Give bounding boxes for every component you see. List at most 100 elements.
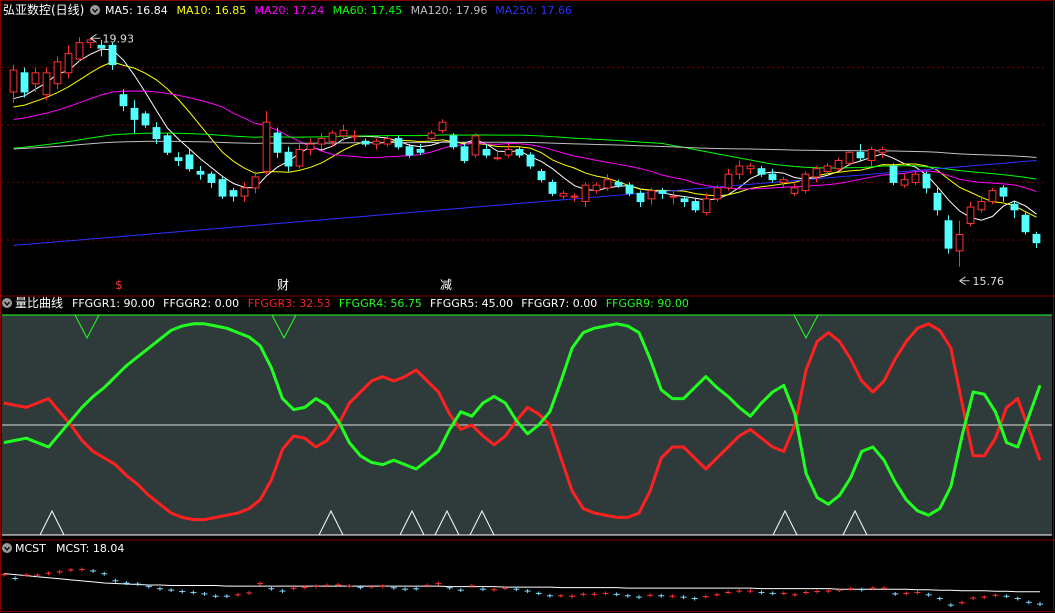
- candle: [207, 171, 216, 188]
- candle: [251, 171, 260, 194]
- chevron-circle: [2, 543, 12, 553]
- candle: [427, 130, 436, 142]
- candle: [504, 144, 513, 158]
- candle-body-down: [207, 173, 216, 183]
- candle: [141, 111, 150, 128]
- candle-body-up: [9, 69, 18, 93]
- candle: [218, 176, 227, 199]
- candle: [592, 182, 601, 194]
- candle-body-down: [141, 113, 150, 126]
- candle: [878, 146, 887, 158]
- candle-body-down: [757, 168, 766, 175]
- indicator-legend-5: FFGGR5: 45.00: [430, 297, 513, 310]
- ma-legend-5: MA120: 17.96: [411, 4, 488, 17]
- candle-body-up: [867, 149, 876, 161]
- candle-body-down: [768, 173, 777, 181]
- candle-body-down: [625, 184, 634, 194]
- candle: [20, 67, 29, 98]
- candle-body-down: [482, 149, 491, 156]
- candle: [658, 187, 667, 199]
- candle-body-down: [526, 154, 535, 167]
- candle-body-up: [427, 132, 436, 140]
- candle-body-up: [42, 72, 51, 96]
- candle-body-down: [20, 72, 29, 93]
- candle-body-down: [405, 146, 414, 156]
- candle: [350, 130, 359, 142]
- candle-body-up: [669, 195, 678, 198]
- candle: [42, 67, 51, 101]
- candle-body-up: [702, 198, 711, 214]
- candle: [119, 89, 128, 112]
- chevron-circle: [2, 298, 12, 308]
- candle-body-up: [900, 179, 909, 186]
- candle: [867, 146, 876, 166]
- candle: [955, 220, 964, 267]
- candle: [229, 187, 238, 202]
- candle: [515, 146, 524, 158]
- candle: [922, 171, 931, 194]
- candle: [163, 133, 172, 155]
- event-marker-1: $: [115, 278, 123, 292]
- candle-body-up: [779, 179, 788, 183]
- candle-body-down: [515, 149, 524, 156]
- candle-body-up: [504, 149, 513, 156]
- candle: [306, 138, 315, 155]
- stock-chart: 19.93 15.76 $ 财 减 弘亚数控(日线) MA5: 16.84 MA10: 16.…: [0, 0, 1055, 612]
- candle: [680, 196, 689, 208]
- candle-body-down: [614, 181, 623, 186]
- candle-body-up: [339, 129, 348, 137]
- candle-body-down: [163, 135, 172, 153]
- ma-legend-4: MA60: 17.45: [333, 4, 403, 17]
- candle: [581, 182, 590, 208]
- candle: [790, 182, 799, 197]
- candle: [691, 198, 700, 213]
- candle-body-down: [174, 157, 183, 161]
- candle: [372, 138, 381, 150]
- candle: [636, 190, 645, 208]
- candle: [966, 201, 975, 227]
- candle-body-down: [196, 170, 205, 175]
- candle-body-down: [97, 44, 106, 49]
- candle-body-down: [394, 138, 403, 148]
- candle: [185, 149, 194, 172]
- candle-body-down: [108, 44, 117, 66]
- candle: [559, 190, 568, 199]
- indicator-legend-2: FFGGR2: 0.00: [163, 297, 239, 310]
- candle-body-down: [229, 190, 238, 197]
- candle: [603, 174, 612, 191]
- candle: [801, 171, 810, 194]
- mcst-value: MCST: 18.04: [56, 542, 124, 555]
- candle: [845, 149, 854, 166]
- candle-body-up: [878, 149, 887, 153]
- candle-body-up: [317, 138, 326, 145]
- candle-body-up: [240, 187, 249, 197]
- ma5-line: [13, 48, 1037, 221]
- candle-body-up: [988, 190, 997, 203]
- indicator-legend-6: FFGGR7: 0.00: [521, 297, 597, 310]
- candle-body-down: [537, 170, 546, 181]
- candle-body-up: [724, 173, 733, 189]
- candle-body-up: [251, 176, 260, 189]
- candle-body-up: [372, 140, 381, 145]
- low-arrow: [959, 276, 970, 286]
- candle-body-down: [889, 165, 898, 183]
- candle: [570, 193, 579, 202]
- ma250-line: [13, 159, 1037, 246]
- candle-body-up: [262, 121, 271, 172]
- candle-body-up: [713, 187, 722, 200]
- candle: [548, 179, 557, 197]
- candle: [724, 168, 733, 191]
- event-marker-3: 减: [440, 278, 452, 292]
- candle-body-down: [449, 135, 458, 148]
- candle-body-down: [361, 140, 370, 145]
- ma-legend-1: MA5: 16.84: [105, 4, 168, 17]
- candle-body-up: [31, 72, 40, 85]
- candle: [823, 163, 832, 175]
- indicator-title: 量比曲线: [15, 296, 63, 310]
- candle: [735, 160, 744, 180]
- event-marker-2: 财: [277, 278, 289, 292]
- candle-body-down: [152, 127, 161, 140]
- candle: [108, 42, 117, 71]
- candle: [988, 187, 997, 205]
- candle: [779, 176, 788, 188]
